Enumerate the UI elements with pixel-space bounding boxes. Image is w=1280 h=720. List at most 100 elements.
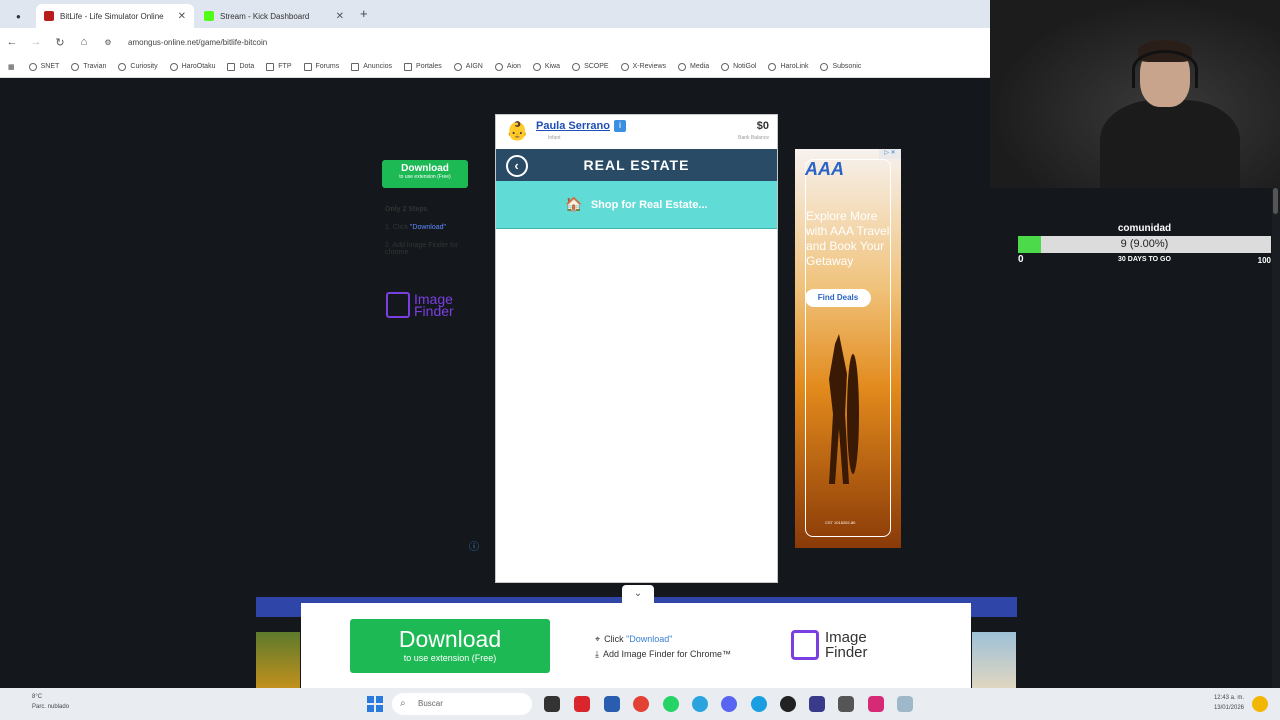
telegram-icon[interactable]	[692, 696, 708, 712]
close-tab-icon[interactable]: ✕	[336, 11, 344, 22]
bookmark-label: Travian	[83, 63, 107, 70]
download-label: Download	[398, 626, 502, 652]
clock-date: 13/01/2026	[1213, 705, 1244, 711]
image-finder-logo[interactable]: Image Finder	[791, 630, 868, 660]
bookmark-item[interactable]: NotiGol	[721, 62, 756, 71]
ad-info-icon[interactable]: ⓘ	[469, 538, 479, 553]
back-arrow-icon[interactable]: ←	[0, 36, 24, 48]
forward-arrow-icon[interactable]: →	[24, 36, 48, 48]
taskbar-search[interactable]: ⌕ Buscar	[392, 693, 532, 715]
edge-icon[interactable]	[751, 696, 767, 712]
bookmark-label: Curiosity	[130, 63, 158, 70]
windows-start-icon[interactable]	[367, 696, 383, 712]
find-deals-button[interactable]: Find Deals	[805, 289, 871, 307]
bookmark-label: HaroOtaku	[181, 63, 216, 70]
bookmark-label: SNET	[40, 63, 60, 70]
player-info-icon[interactable]: i	[614, 120, 626, 132]
notification-icon[interactable]	[1252, 696, 1268, 712]
tab-kick-dashboard[interactable]: Stream - Kick Dashboard ✕	[196, 4, 352, 28]
steps-title: Only 2 Steps	[385, 206, 428, 213]
app-icon[interactable]	[780, 696, 796, 712]
bookmark-label: Portales	[416, 63, 442, 70]
app-l-icon[interactable]	[574, 696, 590, 712]
apps-grid-icon[interactable]: ▦	[8, 63, 15, 71]
player-header: 👶 Paula Serrano i Infant $0 Bank Balance	[496, 115, 777, 149]
aaa-logo: AAA	[805, 159, 844, 179]
bookmark-item[interactable]: HaroOtaku	[169, 62, 216, 71]
bookmark-item[interactable]: Travian	[71, 62, 107, 71]
step-1-link[interactable]: "Download"	[626, 634, 672, 644]
folder-icon	[351, 62, 360, 71]
adchoices-icon[interactable]: ▷ ✕	[879, 149, 901, 159]
bookmark-item[interactable]: SNET	[28, 62, 60, 71]
reload-icon[interactable]: ↻	[48, 36, 72, 49]
ad-copy: Explore More with AAA Travel and Book Yo…	[806, 209, 890, 268]
whatsapp-icon[interactable]	[663, 696, 679, 712]
close-tab-icon[interactable]: ✕	[178, 11, 186, 22]
app-icon[interactable]	[809, 696, 825, 712]
bookmark-item[interactable]: Media	[678, 62, 709, 71]
step-1: 1. Click "Download"	[385, 224, 475, 231]
weather-widget[interactable]: 8°C Parc. nublado	[14, 692, 69, 712]
streamer-body	[1100, 100, 1240, 188]
game-thumbnail[interactable]	[256, 632, 300, 688]
step-2: ⤓ Add Image Finder for Chrome™	[595, 647, 731, 662]
bookmark-icon	[768, 62, 777, 71]
bookmark-icon	[71, 62, 80, 71]
app-icon[interactable]	[838, 696, 854, 712]
download-ad-button[interactable]: Download to use extension (Free)	[382, 160, 468, 188]
goal-title: comunidad	[1117, 223, 1172, 234]
bookmark-folder[interactable]: Anuncios	[351, 62, 392, 71]
instagram-icon[interactable]	[868, 696, 884, 712]
collapse-ad-button[interactable]: ⌄	[622, 585, 654, 603]
bottom-ad-banner: Download to use extension (Free) ⌖ Click …	[301, 603, 971, 688]
bookmark-folder[interactable]: Portales	[404, 62, 442, 71]
shop-label: Shop for Real Estate...	[590, 198, 708, 211]
tab-bitlife[interactable]: BitLife - Life Simulator Online ✕	[36, 4, 194, 28]
shop-real-estate-button[interactable]: 🏠 Shop for Real Estate...	[496, 181, 777, 229]
player-name[interactable]: Paula Serrano	[536, 120, 610, 132]
image-finder-logo[interactable]: Image Finder	[386, 292, 464, 318]
bookmark-item[interactable]: AIGN	[453, 62, 483, 71]
bookmark-folder[interactable]: Dota	[227, 62, 254, 71]
bookmark-item[interactable]: Kiwa	[532, 62, 560, 71]
step-1-text: Click	[604, 634, 627, 644]
browser-menu-icon[interactable]: ●	[8, 4, 30, 28]
game-thumbnail[interactable]	[972, 632, 1016, 688]
bank-balance: $0	[756, 120, 769, 132]
bookmark-icon	[28, 62, 37, 71]
weather-temp: 8°C	[32, 694, 43, 700]
step-1-link[interactable]: "Download"	[410, 224, 446, 231]
address-bar[interactable]: amongus-online.net/game/bitlife-bitcoin	[128, 38, 267, 47]
download-ad-button[interactable]: Download to use extension (Free)	[350, 619, 550, 673]
scrollbar-thumb[interactable]	[1273, 188, 1278, 214]
bookmark-item[interactable]: Subsonic	[820, 62, 861, 71]
task-view-icon[interactable]	[544, 696, 560, 712]
bookmarks-bar: ▦ SNET Travian Curiosity HaroOtaku Dota …	[0, 56, 990, 78]
bookmark-item[interactable]: X-Reviews	[620, 62, 666, 71]
bookmark-folder[interactable]: FTP	[266, 62, 292, 71]
bookmark-icon	[169, 62, 178, 71]
home-icon[interactable]: ⌂	[72, 36, 96, 48]
aaa-travel-ad[interactable]: AAA Explore More with AAA Travel and Boo…	[795, 149, 901, 548]
avatar[interactable]: 👶	[506, 121, 528, 142]
page-scrollbar[interactable]	[1272, 188, 1280, 688]
bitlife-favicon-icon	[44, 11, 54, 21]
webcam-overlay	[990, 0, 1280, 188]
download-arrow-icon: ⤓	[595, 649, 599, 659]
back-button[interactable]: ‹	[506, 155, 528, 177]
calculator-icon[interactable]	[604, 696, 620, 712]
system-clock[interactable]: 12:43 a. m. 13/01/2026	[1214, 693, 1244, 713]
discord-icon[interactable]	[721, 696, 737, 712]
chrome-icon[interactable]	[633, 696, 649, 712]
bookmark-label: Aion	[506, 63, 521, 70]
bookmark-item[interactable]: Curiosity	[118, 62, 158, 71]
notepad-icon[interactable]	[897, 696, 913, 712]
clock-time: 12:43 a. m.	[1213, 695, 1244, 701]
bookmark-item[interactable]: Aion	[494, 62, 521, 71]
bookmark-item[interactable]: SCOPE	[572, 62, 609, 71]
bookmark-folder[interactable]: Forums	[303, 62, 339, 71]
bookmark-item[interactable]: HaroLink	[768, 62, 808, 71]
site-info-icon[interactable]: ⚙	[96, 38, 120, 47]
new-tab-button[interactable]: +	[360, 6, 368, 21]
